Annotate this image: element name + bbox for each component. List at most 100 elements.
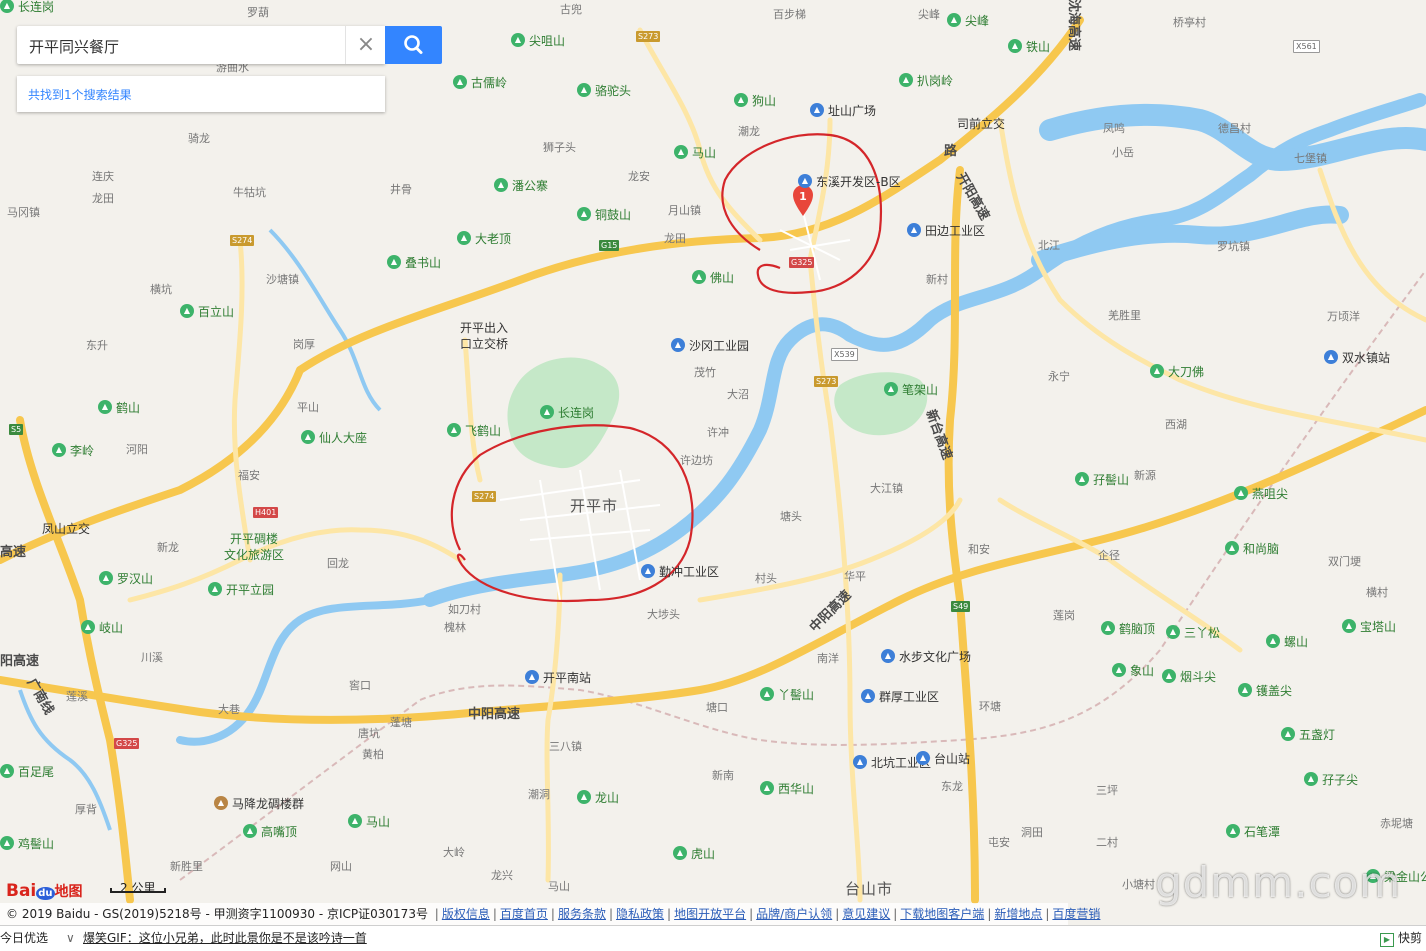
search-button[interactable] — [385, 26, 442, 64]
poi-mountain[interactable]: ▲ 佛山 — [692, 270, 734, 285]
poi-place[interactable]: ▲ 沙冈工业园 — [671, 338, 750, 353]
poi-mountain[interactable]: ▲ 仙人大座 — [301, 430, 367, 445]
mountain-icon: ▲ — [760, 687, 774, 701]
poi-place[interactable]: ▲ 群厚工业区 — [861, 689, 939, 704]
poi-mountain[interactable]: ▲ 丫髻山 — [760, 687, 815, 702]
poi-mountain[interactable]: ▲ 狗山 — [734, 93, 776, 108]
result-marker-number[interactable]: 1 — [798, 190, 808, 203]
poi-mountain[interactable]: ▲ 马山 — [674, 145, 716, 160]
poi-mountain[interactable]: ▲ 扒岗岭 — [899, 73, 953, 88]
chevron-down-icon[interactable]: ∨ — [66, 927, 75, 949]
poi-mountain[interactable]: ▲ 西华山 — [760, 781, 814, 796]
poi-place[interactable]: ▲ 东溪开发区-B区 — [798, 174, 901, 189]
poi-place[interactable]: ▲ 双水镇站 — [1324, 350, 1390, 365]
poi-mountain[interactable]: ▲ 李岭 — [52, 443, 94, 458]
poi-mountain[interactable]: ▲ 宝塔山 — [1342, 619, 1396, 634]
poi-mountain[interactable]: ▲ 高嘴顶 — [243, 824, 297, 839]
poi-mountain[interactable]: ▲ 大老顶 — [457, 231, 511, 246]
poi-mountain[interactable]: ▲ 潘公寨 — [494, 178, 548, 193]
poi-mountain[interactable]: ▲ 百立山 — [180, 304, 234, 319]
footer-link[interactable]: 隐私政策 — [616, 907, 664, 921]
poi-mountain[interactable]: ▲ 燕咀尖 — [1234, 486, 1288, 501]
poi-mountain[interactable]: ▲ 飞鹤山 — [447, 423, 501, 438]
poi-mountain[interactable]: ▲ 马山 — [348, 814, 390, 829]
copyright-text: © 2019 Baidu - GS(2019)5218号 - 甲测资字11009… — [6, 907, 428, 921]
poi-mountain[interactable]: ▲ 开平立园 — [208, 582, 274, 597]
search-input[interactable] — [27, 34, 351, 58]
poi-mountain[interactable]: ▲ 虎山 — [673, 846, 715, 861]
poi-mountain[interactable]: ▲ 古儒岭 — [453, 75, 507, 90]
mountain-icon: ▲ — [540, 405, 554, 419]
search-box: × — [17, 26, 385, 64]
poi-mountain[interactable]: ▲ 鹤山 — [98, 400, 140, 415]
footer-link[interactable]: 百度首页 — [500, 907, 548, 921]
town-label: 横村 — [1366, 586, 1388, 599]
poi-mountain[interactable]: ▲ 孖髻山 — [1075, 472, 1129, 487]
poi-place[interactable]: ▲ 田边工业区 — [907, 223, 985, 238]
quick-clip-button[interactable]: ▶ 快剪 — [1380, 927, 1422, 949]
poi-mountain[interactable]: ▲ 铜鼓山 — [577, 207, 631, 222]
mountain-icon: ▲ — [348, 814, 362, 828]
news-ticker-link[interactable]: 爆笑GIF：这位小兄弟，此时此景你是不是该吟诗一首 — [83, 927, 367, 949]
footer-link[interactable]: 地图开放平台 — [674, 907, 746, 921]
poi-mountain[interactable]: ▲ 叠书山 — [387, 255, 441, 270]
poi-mountain[interactable]: ▲ 龙山 — [577, 790, 619, 805]
poi-place[interactable]: ▲ 台山站 — [916, 751, 970, 766]
poi-mountain[interactable]: ▲ 象山 — [1112, 663, 1154, 678]
poi-mountain[interactable]: ▲ 三丫松 — [1166, 625, 1220, 640]
town-label: 南洋 — [817, 652, 839, 665]
poi-label: 沙冈工业园 — [689, 339, 750, 353]
footer-link[interactable]: 下载地图客户端 — [900, 907, 984, 921]
clear-search-button[interactable]: × — [345, 26, 386, 64]
poi-mountain[interactable]: ▲ 长连岗 — [540, 405, 594, 420]
poi-place[interactable]: ▲ 开平南站 — [525, 670, 591, 685]
poi-mountain[interactable]: ▲ 和尚脑 — [1225, 541, 1279, 556]
town-label: 黄柏 — [362, 748, 384, 761]
footer-link[interactable]: 服务条款 — [558, 907, 606, 921]
poi-mountain[interactable]: ▲ 鹤脑顶 — [1101, 621, 1155, 636]
footer-link[interactable]: 意见建议 — [842, 907, 890, 921]
town-label: 马冈镇 — [7, 206, 40, 219]
poi-mountain[interactable]: ▲ 镬盖尖 — [1238, 683, 1292, 698]
footer-link[interactable]: 版权信息 — [442, 907, 490, 921]
poi-mountain[interactable]: ▲ 鸡髻山 — [0, 836, 54, 851]
poi-place[interactable]: ▲ 水步文化广场 — [881, 649, 971, 664]
poi-mountain[interactable]: ▲ 长连岗 — [0, 0, 54, 14]
mountain-icon: ▲ — [243, 824, 257, 838]
result-summary-link[interactable]: 共找到1个搜索结果 — [28, 86, 132, 103]
poi-mountain[interactable]: ▲ 笔架山 — [884, 382, 938, 397]
poi-place[interactable]: ▲ 址山广场 — [810, 103, 876, 118]
footer-link[interactable]: 新增地点 — [994, 907, 1042, 921]
poi-label: 螺山 — [1284, 635, 1309, 649]
poi-mountain[interactable]: ▲ 五盏灯 — [1281, 727, 1335, 742]
siqian-interchange: 司前立交 — [957, 117, 1006, 131]
poi-mountain[interactable]: ▲ 岐山 — [81, 620, 123, 635]
link-separator: | — [550, 907, 555, 921]
town-label: 新村 — [926, 273, 948, 286]
footer-link[interactable]: 百度营销 — [1052, 907, 1100, 921]
town-label: 东龙 — [941, 780, 963, 793]
today-picks-link[interactable]: 今日优选 — [0, 927, 48, 949]
poi-mountain[interactable]: ▲ 尖峰 — [947, 13, 989, 28]
baidu-map-logo[interactable]: Bai du 地图 — [6, 881, 83, 901]
town-label: 大巷 — [218, 703, 240, 716]
poi-diaolou[interactable]: ▲ 马降龙碉楼群 — [214, 796, 305, 811]
poi-mountain[interactable]: ▲ 罗汉山 — [99, 571, 153, 586]
poi-landmark-icon: ▲ — [214, 796, 228, 810]
poi-mountain[interactable]: ▲ 骆驼头 — [577, 83, 631, 98]
poi-label: 马降龙碉楼群 — [232, 797, 305, 811]
town-label: 北江 — [1038, 239, 1060, 252]
poi-mountain[interactable]: ▲ 大刀佛 — [1150, 364, 1204, 379]
poi-mountain[interactable]: ▲ 百足尾 — [0, 764, 54, 779]
footer-link[interactable]: 品牌/商户认领 — [756, 907, 832, 921]
mountain-icon: ▲ — [760, 781, 774, 795]
poi-mountain[interactable]: ▲ 尖咀山 — [511, 33, 565, 48]
poi-mountain[interactable]: ▲ 螺山 — [1266, 634, 1309, 649]
poi-place[interactable]: ▲ 勤冲工业区 — [641, 564, 719, 579]
poi-mountain[interactable]: ▲ 孖子尖 — [1304, 772, 1358, 787]
poi-mountain[interactable]: ▲ 烟斗尖 — [1162, 669, 1216, 684]
poi-mountain[interactable]: ▲ 石笔潭 — [1226, 824, 1280, 839]
town-label: 和安 — [968, 543, 990, 556]
poi-label: 丫髻山 — [778, 688, 815, 702]
poi-mountain[interactable]: ▲ 铁山 — [1008, 39, 1050, 54]
